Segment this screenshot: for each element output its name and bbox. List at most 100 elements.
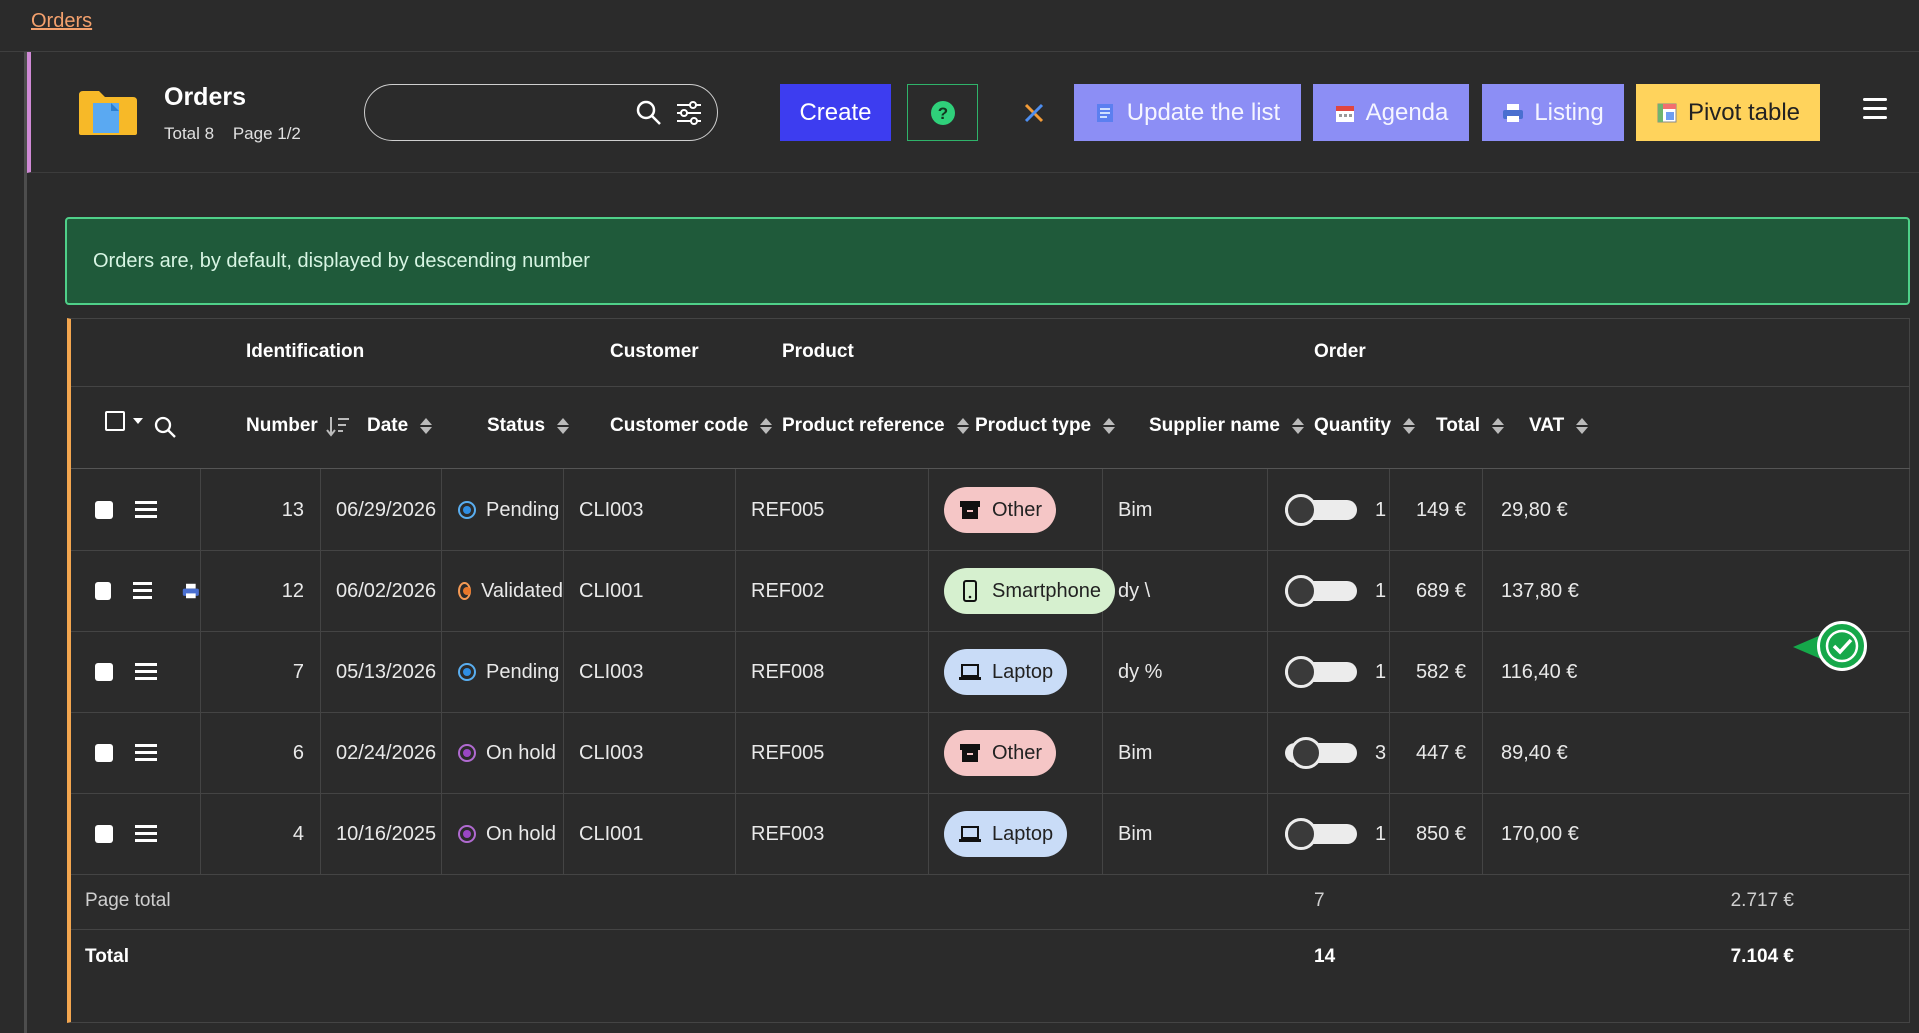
create-button[interactable]: Create xyxy=(780,84,891,141)
quantity-cell: 1 xyxy=(1268,631,1390,713)
supplier-name: Bim xyxy=(1103,712,1268,794)
chevron-down-icon[interactable] xyxy=(133,418,143,424)
sort-icon[interactable] xyxy=(1103,417,1116,435)
table-row[interactable]: 12 06/02/2026 Validated CLI001 REF002 Sm… xyxy=(71,550,1910,632)
filter-settings-icon[interactable] xyxy=(675,99,703,127)
validate-button[interactable] xyxy=(1817,621,1867,671)
quantity-toggle[interactable] xyxy=(1285,656,1357,688)
status-dot-icon xyxy=(458,825,476,843)
row-checkbox[interactable] xyxy=(95,501,113,519)
update-list-button[interactable]: Update the list xyxy=(1074,84,1301,141)
column-number[interactable]: Number xyxy=(246,415,350,437)
column-supplier-name[interactable]: Supplier name xyxy=(1149,415,1304,437)
calendar-icon xyxy=(1335,105,1354,122)
product-type-label: Other xyxy=(992,498,1043,521)
column-quantity[interactable]: Quantity xyxy=(1314,415,1416,437)
order-number: 6 xyxy=(201,712,321,794)
order-number: 13 xyxy=(201,469,321,551)
status-dot-icon xyxy=(458,582,472,600)
supplier-name: Bim xyxy=(1103,469,1268,551)
pivot-table-button[interactable]: Pivot table xyxy=(1636,84,1820,141)
column-vat-label: VAT xyxy=(1529,415,1565,436)
product-type-label: Smartphone xyxy=(992,579,1101,602)
sort-icon[interactable] xyxy=(1576,417,1589,435)
quantity-toggle[interactable] xyxy=(1285,575,1357,607)
table-row[interactable]: 6 02/24/2026 On hold CLI003 REF005 Other… xyxy=(71,712,1910,794)
order-number: 12 xyxy=(201,550,321,632)
column-total-label: Total xyxy=(1436,415,1480,436)
sort-icon[interactable] xyxy=(760,417,773,435)
sort-icon[interactable] xyxy=(956,417,969,435)
product-type: Other xyxy=(929,712,1103,794)
listing-button[interactable]: Listing xyxy=(1482,84,1624,141)
sort-icon[interactable] xyxy=(420,417,433,435)
product-type-badge: Other xyxy=(944,487,1057,533)
sort-icon[interactable] xyxy=(1491,417,1504,435)
group-product: Product xyxy=(782,341,854,362)
product-type-badge: Smartphone xyxy=(944,568,1115,614)
column-product-reference[interactable]: Product reference xyxy=(782,415,969,437)
order-date: 10/16/2025 xyxy=(321,793,442,875)
row-menu-icon[interactable] xyxy=(135,663,157,681)
quantity-toggle[interactable] xyxy=(1285,494,1357,526)
search-icon[interactable] xyxy=(635,99,663,127)
printer-icon[interactable] xyxy=(182,581,200,601)
order-total: 149 € xyxy=(1390,469,1483,551)
row-menu-icon[interactable] xyxy=(132,582,153,600)
order-number: 7 xyxy=(201,631,321,713)
table-row[interactable]: 7 05/13/2026 Pending CLI003 REF008 Lapto… xyxy=(71,631,1910,713)
sort-icon[interactable] xyxy=(1403,417,1416,435)
column-product-type[interactable]: Product type xyxy=(975,415,1116,437)
page-total-row: Page total 7 2.717 € xyxy=(71,874,1910,930)
status-label: On hold xyxy=(486,822,557,845)
page-indicator: Page 1/2 xyxy=(232,124,301,143)
breadcrumb-orders[interactable]: Orders xyxy=(31,10,92,33)
quantity-toggle[interactable] xyxy=(1285,818,1357,850)
search-input[interactable] xyxy=(387,97,617,129)
hamburger-menu-icon[interactable] xyxy=(1863,98,1887,120)
update-list-label: Update the list xyxy=(1126,98,1281,126)
product-type: Smartphone xyxy=(929,550,1115,632)
product-reference: REF008 xyxy=(736,631,929,713)
row-checkbox[interactable] xyxy=(95,744,113,762)
order-status: Validated xyxy=(442,550,564,632)
laptop-icon xyxy=(959,664,981,680)
order-vat: 137,80 € xyxy=(1501,579,1579,602)
table-row[interactable]: 4 10/16/2025 On hold CLI001 REF003 Lapto… xyxy=(71,793,1910,875)
quantity-value: 1 xyxy=(1375,660,1387,683)
help-button[interactable]: ? xyxy=(907,84,978,141)
sort-icon[interactable] xyxy=(1291,417,1304,435)
quantity-cell: 1 xyxy=(1268,469,1390,551)
sort-icon[interactable] xyxy=(557,417,570,435)
table-row[interactable]: 13 06/29/2026 Pending CLI003 REF005 Othe… xyxy=(71,469,1910,551)
column-total[interactable]: Total xyxy=(1436,415,1504,437)
order-status: Pending xyxy=(442,631,564,713)
group-order: Order xyxy=(1314,341,1366,362)
column-search-icon[interactable] xyxy=(153,415,177,439)
row-checkbox[interactable] xyxy=(95,663,113,681)
column-customer-code[interactable]: Customer code xyxy=(610,415,773,437)
row-menu-icon[interactable] xyxy=(135,744,157,762)
column-date-label: Date xyxy=(367,415,409,436)
select-all-checkbox[interactable] xyxy=(105,411,143,431)
row-menu-icon[interactable] xyxy=(135,501,157,519)
row-menu-icon[interactable] xyxy=(135,825,157,843)
row-checkbox[interactable] xyxy=(95,825,113,843)
total-count: Total 8 xyxy=(164,124,215,143)
product-reference: REF003 xyxy=(736,793,929,875)
order-total: 689 € xyxy=(1390,550,1483,632)
column-vat[interactable]: VAT xyxy=(1529,415,1589,437)
column-date[interactable]: Date xyxy=(367,415,433,437)
quantity-toggle[interactable] xyxy=(1285,737,1357,769)
order-total: 582 € xyxy=(1390,631,1483,713)
order-vat: 170,00 € xyxy=(1501,822,1579,845)
column-status[interactable]: Status xyxy=(487,415,570,437)
sort-descending-icon[interactable] xyxy=(326,415,350,437)
agenda-button[interactable]: Agenda xyxy=(1313,84,1469,141)
order-date: 06/29/2026 xyxy=(321,469,442,551)
quantity-value: 1 xyxy=(1375,498,1387,521)
clear-filters-button[interactable] xyxy=(1014,84,1054,141)
row-checkbox[interactable] xyxy=(95,582,111,600)
order-vat: 29,80 € xyxy=(1501,498,1568,521)
product-type-label: Other xyxy=(992,741,1043,764)
